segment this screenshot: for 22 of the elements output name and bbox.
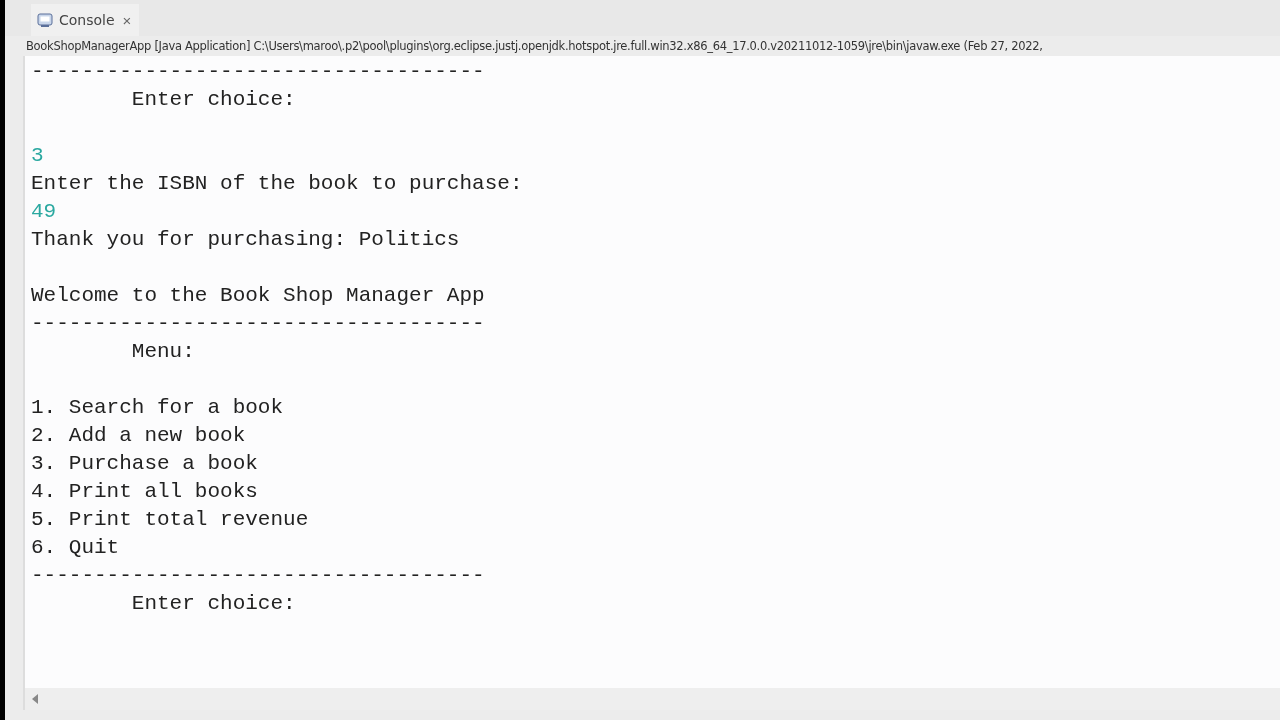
console-icon — [37, 12, 53, 28]
output-text: 5. Print total revenue — [31, 507, 309, 533]
output-text: 2. Add a new book — [31, 423, 246, 449]
output-text: ------------------------------------ — [31, 59, 485, 85]
output-text: Welcome to the Book Shop Manager App — [31, 283, 485, 309]
tab-label: Console — [59, 12, 115, 28]
output-text: 6. Quit — [31, 535, 120, 561]
output-text: Enter the ISBN of the book to purchase: — [31, 171, 523, 197]
output-text: 4. Print all books — [31, 479, 258, 505]
scroll-left-icon[interactable] — [31, 694, 39, 704]
horizontal-scrollbar[interactable] — [25, 688, 1280, 710]
console-tab[interactable]: Console × — [31, 4, 140, 36]
output-text: Enter choice: — [130, 87, 296, 113]
typed-input-text: 49 — [31, 199, 57, 225]
output-text: ------------------------------------ — [31, 563, 485, 589]
output-text: ------------------------------------ — [31, 311, 485, 337]
output-text: 1. Search for a book — [31, 395, 284, 421]
output-text: Menu: — [130, 339, 195, 365]
typed-input-text: 3 — [31, 143, 44, 169]
output-text: Thank you for purchasing: Politics — [31, 227, 460, 253]
output-text: Enter choice: — [130, 591, 296, 617]
output-text: 3. Purchase a book — [31, 451, 258, 477]
